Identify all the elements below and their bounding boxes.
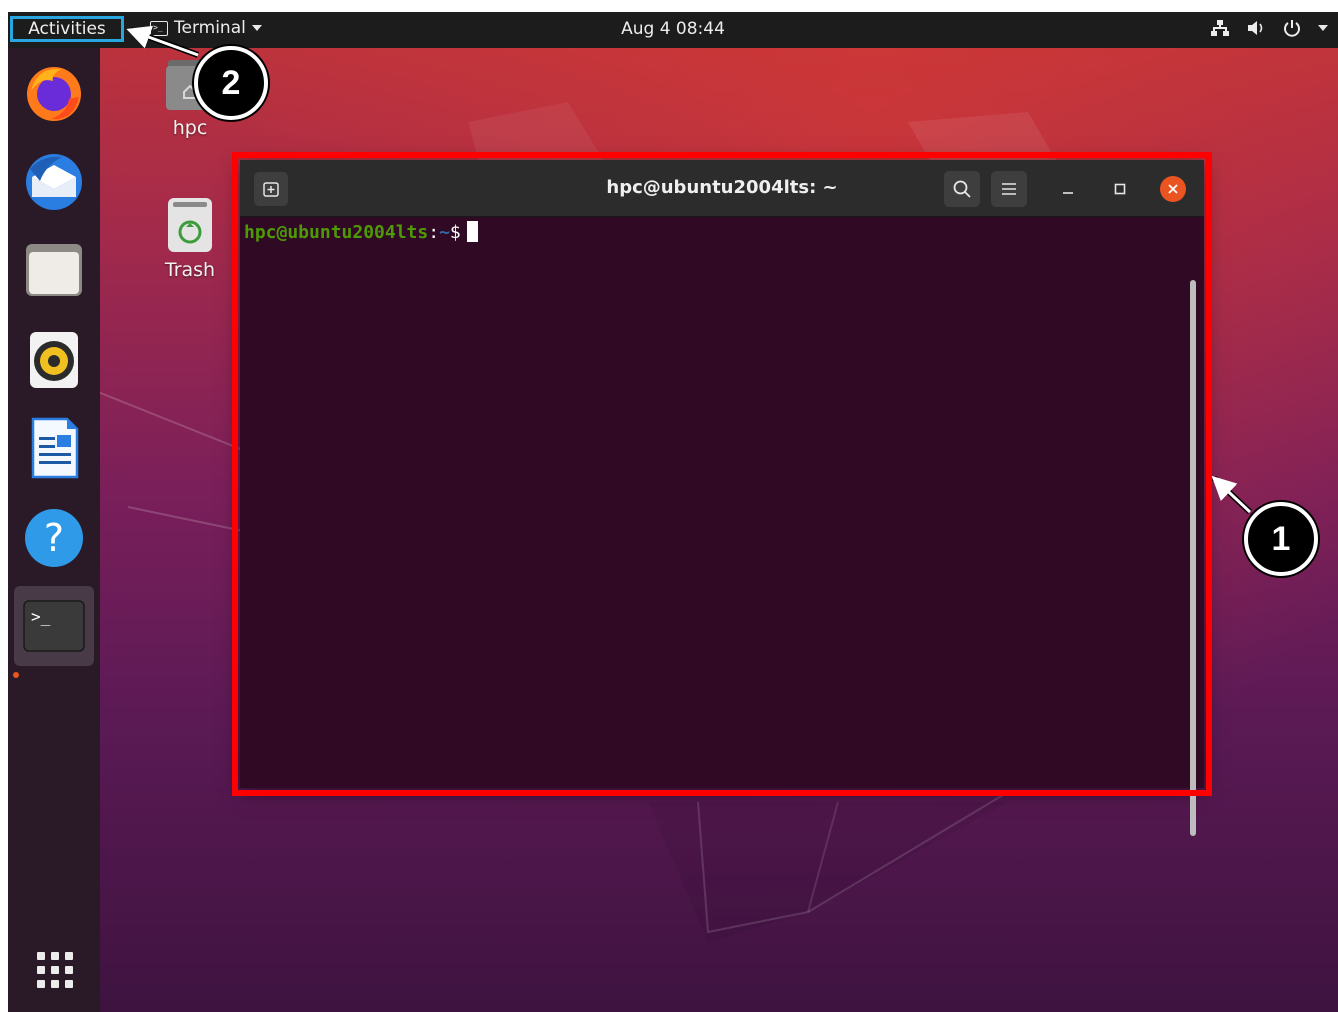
volume-icon bbox=[1248, 21, 1263, 35]
terminal-mini-icon: >_ bbox=[150, 20, 168, 36]
clock-button[interactable]: Aug 4 08:44 bbox=[621, 19, 725, 39]
search-button[interactable] bbox=[944, 171, 980, 207]
prompt-line: hpc@ubuntu2004lts:~$ bbox=[244, 221, 478, 243]
callout-badge-1: 1 bbox=[1244, 502, 1318, 576]
dock-item-thunderbird[interactable] bbox=[14, 142, 94, 222]
menu-button[interactable] bbox=[991, 171, 1027, 207]
search-icon bbox=[953, 180, 971, 198]
system-tray[interactable] bbox=[1210, 18, 1328, 38]
terminal-title: hpc@ubuntu2004lts: ~ bbox=[606, 177, 838, 198]
thunderbird-icon bbox=[26, 154, 82, 210]
hamburger-menu-icon bbox=[1002, 183, 1016, 195]
show-applications-icon[interactable] bbox=[33, 948, 77, 992]
callout-badge-2: 2 bbox=[194, 46, 268, 120]
desktop-icon-trash[interactable]: Trash bbox=[152, 196, 228, 281]
firefox-icon bbox=[27, 67, 81, 121]
new-tab-button[interactable] bbox=[254, 172, 288, 206]
app-menu-label: Terminal bbox=[174, 18, 246, 38]
writer-icon bbox=[31, 417, 79, 479]
terminal-icon: >_ bbox=[23, 600, 85, 652]
minimize-button[interactable] bbox=[1053, 174, 1083, 204]
svg-text:>_: >_ bbox=[31, 607, 51, 626]
tray-chevron-down-icon bbox=[1318, 25, 1328, 31]
close-button[interactable] bbox=[1160, 176, 1186, 202]
network-icon bbox=[1211, 20, 1229, 36]
desktop-icon-label: hpc bbox=[172, 117, 208, 139]
screen: Activities >_ Terminal Aug 4 08:44 ? >_ … bbox=[0, 0, 1338, 1012]
dock-item-help[interactable]: ? bbox=[14, 498, 94, 578]
activities-button[interactable]: Activities bbox=[10, 16, 124, 42]
rhythmbox-icon bbox=[30, 332, 78, 388]
prompt-separator: : bbox=[428, 222, 440, 243]
running-indicator bbox=[13, 672, 19, 678]
desktop-icon-label: Trash bbox=[164, 259, 216, 281]
terminal-content[interactable]: hpc@ubuntu2004lts:~$ bbox=[240, 216, 1204, 836]
terminal-window[interactable]: hpc@ubuntu2004lts: ~ hpc@ubuntu2004lts:~… bbox=[240, 160, 1204, 836]
dock-item-files[interactable] bbox=[14, 230, 94, 310]
terminal-header-bar[interactable]: hpc@ubuntu2004lts: ~ bbox=[240, 160, 1204, 217]
dock: ? >_ bbox=[8, 48, 100, 1012]
close-icon bbox=[1168, 184, 1178, 194]
prompt-path: ~ bbox=[439, 222, 450, 243]
app-menu-terminal[interactable]: >_ Terminal bbox=[150, 18, 262, 38]
prompt-user: hpc@ubuntu2004lts bbox=[244, 222, 429, 243]
top-bar: Activities >_ Terminal Aug 4 08:44 bbox=[8, 12, 1338, 48]
minimize-icon bbox=[1063, 192, 1073, 194]
chevron-down-icon bbox=[251, 25, 262, 31]
dock-item-firefox[interactable] bbox=[14, 52, 94, 132]
svg-text:?: ? bbox=[44, 516, 64, 560]
maximize-icon bbox=[1114, 183, 1126, 195]
text-cursor bbox=[466, 221, 478, 242]
dock-item-writer[interactable] bbox=[14, 408, 94, 488]
dock-item-rhythmbox[interactable] bbox=[14, 320, 94, 400]
power-icon bbox=[1284, 20, 1300, 37]
scrollbar[interactable] bbox=[1190, 280, 1196, 836]
maximize-button[interactable] bbox=[1105, 174, 1135, 204]
dock-item-terminal[interactable]: >_ bbox=[14, 586, 94, 666]
help-icon: ? bbox=[25, 509, 83, 567]
prompt-symbol: $ bbox=[449, 222, 461, 243]
files-icon bbox=[26, 244, 82, 296]
trash-icon bbox=[168, 198, 212, 252]
new-tab-icon bbox=[263, 182, 279, 197]
